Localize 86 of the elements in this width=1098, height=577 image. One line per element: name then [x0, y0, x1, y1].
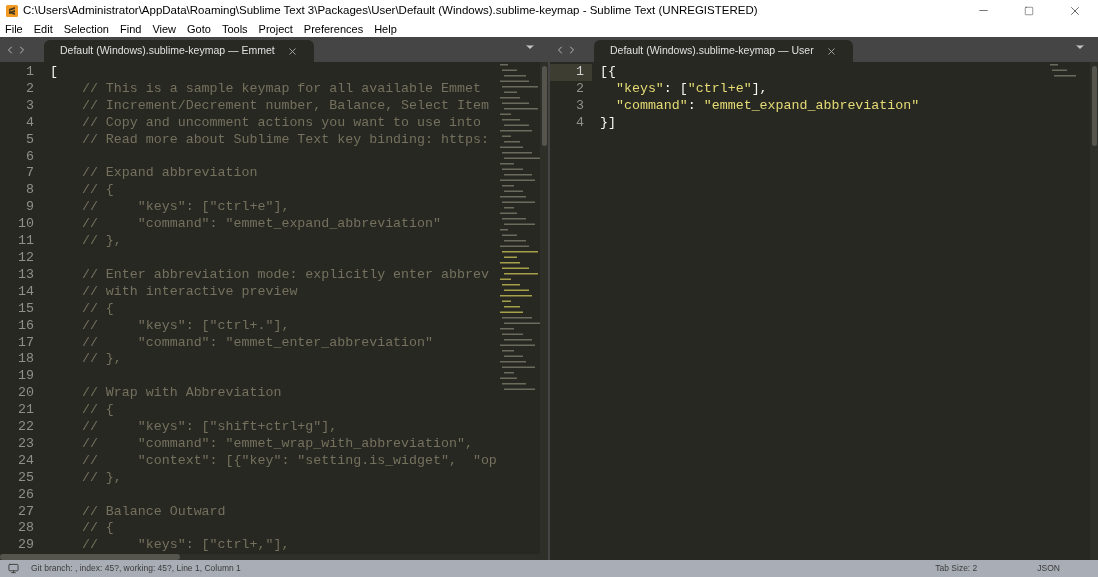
code-line: // Increment/Decrement number, Balance, Select Item — [80, 97, 489, 115]
line-number: 10 — [17, 216, 35, 234]
code-line: // "command": "emmet_expand_abbreviation" — [80, 216, 441, 234]
code-line: }] — [599, 114, 616, 132]
line-number: 1 — [550, 64, 592, 81]
menu-item[interactable]: Goto — [187, 20, 211, 38]
scrollbar[interactable] — [540, 62, 548, 554]
code-line: // { — [80, 300, 114, 318]
line-number: 4 — [575, 114, 585, 132]
line-number: 24 — [17, 452, 35, 470]
line-number: 6 — [25, 148, 35, 166]
code-line: // with interactive preview — [80, 283, 298, 301]
menu-item[interactable]: Find — [119, 20, 142, 38]
line-number: 17 — [17, 334, 35, 352]
line-number: 19 — [17, 368, 35, 386]
line-number: 15 — [17, 300, 35, 318]
code-line: // { — [80, 520, 114, 538]
horizontal-scrollbar[interactable] — [0, 554, 548, 560]
code-line: // "keys": ["ctrl+."], — [80, 317, 290, 335]
code-line: // }, — [80, 233, 122, 250]
editor-tab[interactable]: Default (Windows).sublime-keymap — User — [594, 40, 853, 62]
close-icon[interactable] — [286, 45, 298, 57]
close-icon[interactable] — [825, 45, 837, 57]
menu-item[interactable]: Selection — [63, 20, 109, 38]
line-number: 3 — [25, 97, 35, 115]
code-line: // Read more about Sublime Text key binding: https: — [80, 131, 489, 149]
line-number: 28 — [17, 520, 35, 538]
code-line: // { — [80, 182, 114, 200]
line-number: 23 — [17, 435, 35, 453]
code-line: // This is a sample keymap for all available Emmet — [80, 80, 481, 98]
line-number: 22 — [17, 419, 35, 436]
code-line: // Copy and uncomment actions you want to use into — [80, 114, 481, 132]
line-number: 2 — [25, 80, 35, 98]
code-line: [ — [49, 64, 58, 81]
menu-item[interactable]: Preferences — [303, 20, 364, 38]
code-line: "command": "emmet_expand_abbreviation" — [614, 97, 920, 115]
line-number: 18 — [17, 351, 35, 369]
line-number: 25 — [17, 469, 35, 487]
line-number: 5 — [25, 131, 35, 149]
code-line: // "command": "emmet_wrap_with_abbreviation", — [80, 435, 473, 453]
line-number: 2 — [575, 80, 585, 98]
menu-item[interactable]: View — [152, 20, 177, 38]
monitor-icon[interactable] — [8, 563, 19, 574]
line-number: 8 — [25, 182, 35, 200]
line-number: 20 — [17, 385, 35, 403]
line-number: 12 — [17, 249, 35, 267]
maximize-icon — [1024, 5, 1034, 16]
app-logo-icon — [6, 4, 18, 17]
line-number: 4 — [25, 114, 35, 132]
code-line: // Expand abbreviation — [80, 165, 258, 183]
line-number: 1 — [25, 64, 35, 81]
line-number: 11 — [17, 233, 35, 250]
line-number: 14 — [17, 283, 35, 301]
window-title: C:\Users\Administrator\AppData\Roaming\Sublime Text 3\Packages\User\Default (Windows).sublime-keymap - Sublime Text (UNREGISTERED) — [23, 2, 758, 18]
code-line: [{ — [599, 64, 616, 81]
code-line: // "context": [{"key": "setting.is_widget", "op — [80, 452, 497, 470]
line-number: 26 — [17, 486, 35, 504]
line-number: 27 — [17, 503, 35, 521]
line-number: 21 — [17, 402, 35, 420]
line-number: 29 — [17, 537, 35, 554]
line-number: 16 — [17, 317, 35, 335]
code-line: // }, — [80, 469, 122, 487]
line-number: 9 — [25, 199, 35, 217]
menu-item[interactable]: Help — [374, 20, 397, 38]
code-line: // "command": "emmet_enter_abbreviation" — [80, 334, 433, 352]
code-line: "keys": ["ctrl+e"], — [614, 80, 768, 98]
code-line: // Wrap with Abbreviation — [80, 385, 282, 403]
menu-item[interactable]: Tools — [221, 20, 248, 38]
tab-size[interactable]: Tab Size: 2 — [935, 562, 978, 575]
code-line: // "keys": ["ctrl+,"], — [80, 537, 290, 554]
line-number: 13 — [17, 266, 35, 284]
line-number: 7 — [25, 165, 35, 183]
code-line: // "keys": ["ctrl+e"], — [80, 199, 290, 217]
status-text: Git branch: , index: 45?, working: 45?, Line 1, Column 1 — [31, 562, 241, 575]
scrollbar[interactable] — [1090, 62, 1098, 560]
code-line: // }, — [80, 351, 122, 369]
line-number: 3 — [575, 97, 585, 115]
menu-item[interactable]: Edit — [33, 20, 53, 38]
code-line: // Balance Outward — [80, 503, 226, 521]
menu-item[interactable]: Project — [258, 20, 293, 38]
code-line: // Enter abbreviation mode: explicitly enter abbrev — [80, 266, 489, 284]
menu-item[interactable]: File — [5, 20, 23, 38]
syntax-label[interactable]: JSON — [1037, 562, 1060, 575]
code-line: // "keys": ["shift+ctrl+g"], — [80, 419, 338, 436]
editor-tab[interactable]: Default (Windows).sublime-keymap — Emmet — [44, 40, 314, 62]
code-line: // { — [80, 402, 114, 420]
